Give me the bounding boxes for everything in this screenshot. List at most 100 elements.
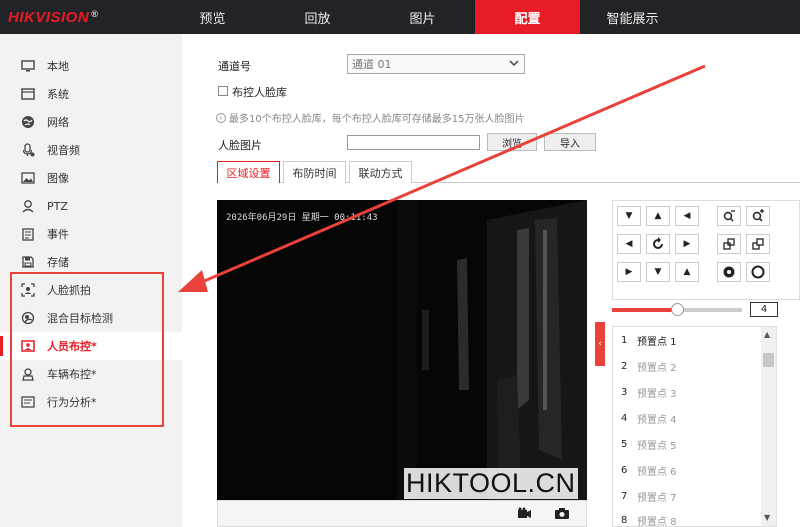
nav-tab-picture[interactable]: 图片 <box>370 0 475 34</box>
tab-linkage-method[interactable]: 联动方式 <box>349 161 412 183</box>
ptz-left-button[interactable]: ◀ <box>617 234 641 254</box>
microphone-icon <box>20 142 36 158</box>
face-image-path-input[interactable] <box>347 135 480 150</box>
preset-row[interactable]: 2 预置点 2 <box>613 353 761 379</box>
sidebar-item-label: 本地 <box>47 60 69 73</box>
iris-open-icon[interactable] <box>746 262 770 282</box>
scroll-down-icon[interactable]: ▼ <box>764 513 770 522</box>
monitor-icon <box>20 58 36 74</box>
sidebar-item-system[interactable]: 系统 <box>0 80 182 108</box>
preset-name: 预置点 7 <box>637 492 677 504</box>
channel-label: 通道号 <box>218 60 251 73</box>
sidebar-item-ptz[interactable]: PTZ <box>0 192 182 220</box>
iris-close-icon[interactable] <box>717 262 741 282</box>
browse-button[interactable]: 浏览 <box>487 133 537 151</box>
ptz-speed-fill <box>612 308 677 312</box>
ptz-down-right-button[interactable]: ▲ <box>675 262 699 282</box>
globe-icon <box>20 114 36 130</box>
event-icon <box>20 226 36 242</box>
main-nav-tabs: 预览 回放 图片 配置 智能展示 <box>160 0 685 34</box>
image-icon <box>20 170 36 186</box>
sidebar-item-label: 视音频 <box>47 144 80 157</box>
sidebar-item-local[interactable]: 本地 <box>0 52 182 80</box>
zoom-in-icon[interactable] <box>746 206 770 226</box>
facelib-hint-text: 最多10个布控人脸库，每个布控人脸库可存储最多15万张人脸图片 <box>229 114 525 125</box>
sidebar-item-event[interactable]: 事件 <box>0 220 182 248</box>
focus-far-icon[interactable] <box>746 234 770 254</box>
tab-area-settings[interactable]: 区域设置 <box>217 161 280 183</box>
zoom-out-icon[interactable] <box>717 206 741 226</box>
preset-name: 预置点 3 <box>637 388 677 400</box>
facelib-checkbox[interactable] <box>218 86 228 96</box>
sidebar-item-label: PTZ <box>47 199 68 213</box>
app-root: HIKVISION ® 预览 回放 图片 配置 智能展示 本地 系统 网络 视音频 <box>0 0 800 527</box>
preset-row[interactable]: 7 预置点 7 <box>613 483 761 509</box>
ptz-down-left-button[interactable]: ▶ <box>617 262 641 282</box>
preset-row[interactable]: 3 预置点 3 <box>613 379 761 405</box>
logo-text: HIKVISION <box>8 8 90 26</box>
facelib-hint: i 最多10个布控人脸库，每个布控人脸库可存储最多15万张人脸图片 <box>216 110 524 125</box>
ptz-speed-slider[interactable] <box>612 303 742 316</box>
preset-scrollbar[interactable]: ▲ ▼ <box>761 327 776 526</box>
tab-arming-schedule[interactable]: 布防时间 <box>283 161 346 183</box>
ptz-up-button[interactable]: ▲ <box>646 206 670 226</box>
record-icon[interactable] <box>516 506 532 520</box>
preset-row[interactable]: 4 预置点 4 <box>613 405 761 431</box>
main-content: 通道号 通道 01 布控人脸库 i 最多10个布控人脸库，每个布控人脸库可存储最… <box>182 34 800 527</box>
preset-list: 1 预置点 1 2 预置点 2 3 预置点 3 4 预置点 4 5 预置点 5 6 预置点 … <box>612 326 777 527</box>
preset-row[interactable]: 6 预置点 6 <box>613 457 761 483</box>
ptz-auto-rotate-button[interactable] <box>646 234 670 254</box>
preset-name: 预置点 8 <box>637 516 677 527</box>
ptz-up-left-button[interactable]: ▼ <box>617 206 641 226</box>
preset-number: 5 <box>621 438 628 450</box>
hikvision-logo: HIKVISION ® <box>0 0 130 34</box>
sidebar-item-label: 存储 <box>47 256 69 269</box>
ptz-speed-handle[interactable] <box>671 303 684 316</box>
scroll-up-icon[interactable]: ▲ <box>764 330 770 339</box>
ptz-icon <box>20 198 36 214</box>
refresh-icon <box>653 237 663 249</box>
preset-row[interactable]: 5 预置点 5 <box>613 431 761 457</box>
chevron-down-icon <box>508 57 520 72</box>
preset-name: 预置点 4 <box>637 414 677 426</box>
sidebar-item-label: 系统 <box>47 88 69 101</box>
sidebar-item-label: 网络 <box>47 116 69 129</box>
preset-number: 8 <box>621 514 628 526</box>
sidebar-item-video-audio[interactable]: 视音频 <box>0 136 182 164</box>
facelib-label: 布控人脸库 <box>232 86 287 99</box>
preset-number: 3 <box>621 386 628 398</box>
watermark-text: HIKTOOL.CN <box>404 468 578 499</box>
import-button[interactable]: 导入 <box>544 133 596 151</box>
face-image-label: 人脸图片 <box>218 139 262 152</box>
settings-tabs: 区域设置 布防时间 联动方式 <box>217 161 800 183</box>
preset-name: 预置点 1 <box>637 336 677 348</box>
ptz-speed-value: 4 <box>750 302 778 317</box>
nav-tab-preview[interactable]: 预览 <box>160 0 265 34</box>
nav-tab-smart-display[interactable]: 智能展示 <box>580 0 685 34</box>
focus-near-icon[interactable] <box>717 234 741 254</box>
ptz-up-right-button[interactable]: ◀ <box>675 206 699 226</box>
ptz-right-button[interactable]: ▶ <box>675 234 699 254</box>
camera-snapshot-icon[interactable] <box>554 506 570 520</box>
collapse-panel-button[interactable]: ‹ <box>595 322 605 366</box>
sidebar-item-label: 图像 <box>47 172 69 185</box>
nav-tab-playback[interactable]: 回放 <box>265 0 370 34</box>
preset-row[interactable]: 8 预置点 8 <box>613 507 761 527</box>
channel-select[interactable]: 通道 01 <box>347 54 525 74</box>
preset-number: 2 <box>621 360 628 372</box>
ptz-down-button[interactable]: ▼ <box>646 262 670 282</box>
sidebar-item-image[interactable]: 图像 <box>0 164 182 192</box>
live-video-view[interactable]: 2026年06月29日 星期一 00:11:43 <box>217 200 587 500</box>
channel-select-value: 通道 01 <box>352 58 392 71</box>
preset-number: 4 <box>621 412 628 424</box>
storage-icon <box>20 254 36 270</box>
preset-number: 1 <box>621 334 628 346</box>
logo-registered-mark: ® <box>91 9 99 19</box>
scrollbar-thumb[interactable] <box>763 353 774 367</box>
top-navigation-bar: HIKVISION ® 预览 回放 图片 配置 智能展示 <box>0 0 800 34</box>
preset-name: 预置点 6 <box>637 466 677 478</box>
preset-row[interactable]: 1 预置点 1 <box>613 327 761 353</box>
sidebar-item-network[interactable]: 网络 <box>0 108 182 136</box>
nav-tab-configuration[interactable]: 配置 <box>475 0 580 34</box>
preset-name: 预置点 5 <box>637 440 677 452</box>
